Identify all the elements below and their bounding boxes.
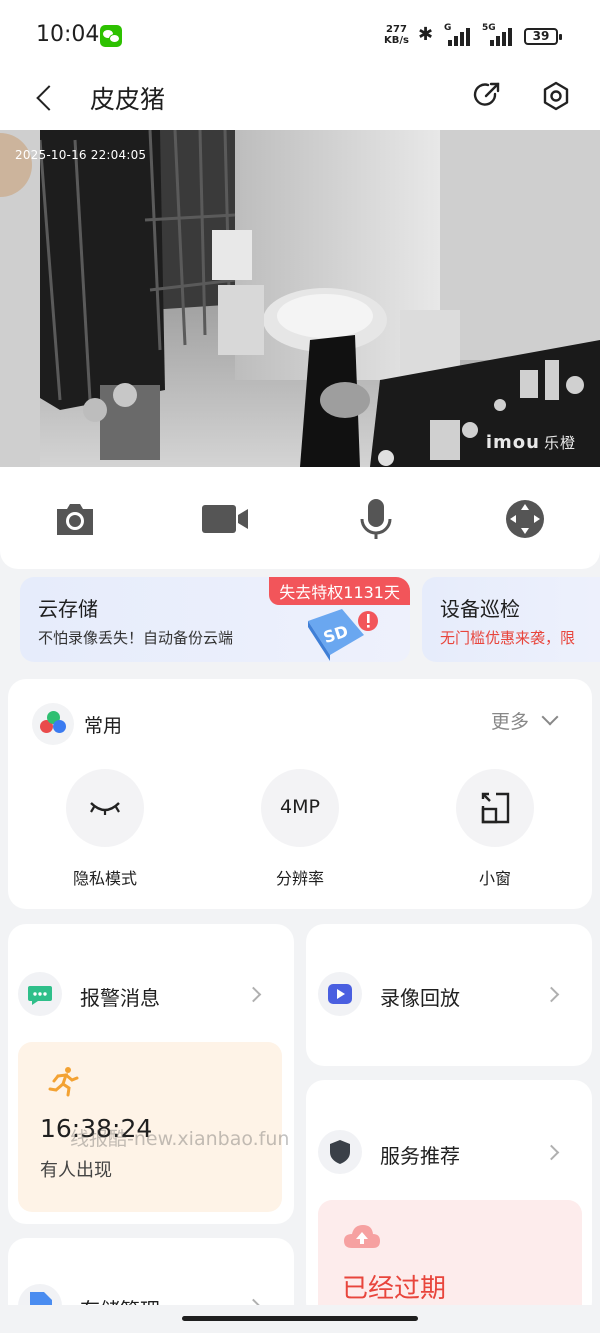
camera-live-view[interactable]: 2025-10-16 22:04:05 imou 乐橙 [0, 130, 600, 467]
privacy-mode-button[interactable] [66, 769, 144, 847]
privilege-lost-badge: 失去特权1131天 [269, 577, 410, 605]
signal-icon-1: G [444, 23, 474, 46]
common-functions-card: 常用 更多 隐私模式 4MP 分辨率 小窗 [8, 679, 592, 909]
chevron-right-icon [543, 986, 560, 1003]
share-icon[interactable] [472, 80, 502, 110]
ptz-direction-icon[interactable] [503, 497, 547, 541]
closed-eye-icon [90, 802, 120, 815]
service-expired-panel[interactable]: 已经过期 [318, 1200, 582, 1320]
device-inspection-promo[interactable]: 设备巡检 无门槛优惠来袭，限 [422, 577, 600, 662]
brand-name-cn: 乐橙 [543, 434, 576, 452]
net-speed-unit: KB/s [384, 35, 409, 46]
video-timestamp: 2025-10-16 22:04:05 [15, 148, 147, 162]
mini-window-button[interactable] [456, 769, 534, 847]
screenshot-camera-icon[interactable] [53, 497, 97, 541]
app-header: 皮皮猪 [0, 72, 600, 130]
video-playback-label: 录像回放 [380, 986, 460, 1010]
status-bar: 10:04 277 KB/s ✱ G 5G 39 [0, 0, 600, 72]
microphone-icon[interactable] [354, 497, 398, 541]
promo-title: 设备巡检 [440, 597, 520, 621]
video-playback-card[interactable]: 录像回放 [306, 924, 592, 1066]
back-button[interactable] [30, 80, 60, 116]
alarm-description: 有人出现 [40, 1160, 112, 1181]
expired-text: 已经过期 [342, 1274, 447, 1304]
chevron-right-icon [543, 1144, 560, 1161]
common-label: 常用 [84, 715, 123, 737]
alarm-messages-label: 报警消息 [80, 986, 160, 1010]
chevron-right-icon [245, 986, 262, 1003]
brand-name: imou [485, 432, 540, 453]
sd-card-illustration: SD [302, 607, 378, 661]
imou-watermark-logo: imou 乐橙 [486, 432, 576, 453]
promo-subtitle: 无门槛优惠来袭，限 [440, 629, 576, 647]
settings-gear-icon[interactable] [540, 80, 572, 112]
mini-window-label: 小窗 [478, 869, 511, 888]
privacy-mode-label: 隐私模式 [72, 869, 137, 888]
net-speed-value: 277 [386, 24, 407, 35]
signal1-label: G [444, 23, 452, 33]
record-video-icon[interactable] [202, 497, 248, 541]
gesture-navigation-bar[interactable] [182, 1316, 418, 1321]
resolution-value: 4MP [280, 796, 320, 818]
running-person-icon [46, 1064, 80, 1098]
playback-icon [318, 972, 362, 1016]
cloud-upload-icon [342, 1222, 382, 1252]
page-title: 皮皮猪 [90, 85, 166, 114]
wechat-notification-icon [100, 25, 122, 47]
common-functions-icon [32, 703, 74, 745]
resolution-label: 分辨率 [275, 869, 324, 888]
chevron-down-icon[interactable] [541, 708, 559, 726]
net-speed: 277 KB/s [384, 24, 409, 46]
resolution-button[interactable]: 4MP [261, 769, 339, 847]
promo-title: 云存储 [38, 597, 98, 621]
watermark-text: 线报酷-new.xianbao.fun [70, 1128, 290, 1150]
cloud-storage-promo[interactable]: 云存储 不怕录像丢失！自动备份云端 失去特权1131天 SD [20, 577, 410, 662]
status-time: 10:04 [36, 22, 100, 47]
mini-window-icon [481, 792, 510, 824]
message-bubble-icon [18, 972, 62, 1016]
promo-subtitle: 不怕录像丢失！自动备份云端 [38, 629, 234, 647]
service-recommend-label: 服务推荐 [380, 1144, 460, 1168]
shield-icon [318, 1130, 362, 1174]
signal-icon-2: 5G [482, 23, 512, 46]
live-controls [0, 467, 600, 569]
bluetooth-icon: ✱ [418, 24, 434, 45]
battery-icon: 39 [524, 28, 562, 45]
more-button[interactable]: 更多 [491, 707, 529, 734]
signal2-label: 5G [482, 23, 496, 33]
